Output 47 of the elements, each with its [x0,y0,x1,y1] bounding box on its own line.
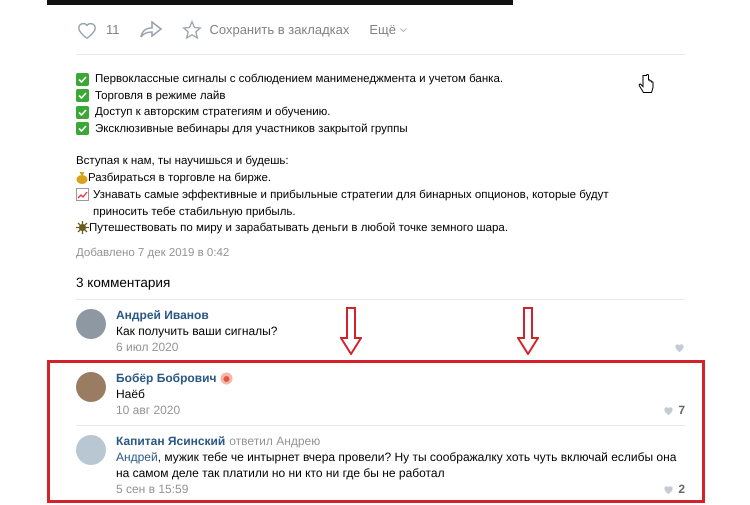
like-button[interactable]: 11 [76,20,120,40]
checkbox-icon [76,106,89,119]
comment-author[interactable]: Бобёр Бобрович [116,370,216,386]
heart-icon [663,484,674,495]
comment-text: Андрей, мужик тебе че интырнет вчера провели? Ну ты соображалку хоть чуть включай еслибы она на самом деле так платили но ни кто ни где бы не работал [116,449,678,482]
post-date: Добавлено 7 дек 2019 в 0:42 [76,246,230,260]
heart-icon [663,404,674,416]
like-button[interactable]: 7 [663,402,685,418]
share-arrow-icon [140,20,162,38]
intro-text: Вступая к нам, ты научишься и будешь: [76,154,290,169]
arrow-down-drawing [340,307,362,355]
comment-text: Наёб [116,386,146,402]
arrow-down-drawing [517,307,539,355]
avatar[interactable] [76,435,106,466]
checkbox-icon [76,89,89,102]
avatar[interactable] [76,372,106,402]
sun-icon [76,221,89,234]
comment-author[interactable]: Андрей Иванов [116,307,209,324]
share-button[interactable] [140,20,162,38]
comment-text: Как получить ваши сигналы? [116,323,278,340]
heart-icon [674,342,685,353]
reply-to-text: ответил Андрею [229,433,320,450]
feature-text: Торговля в режиме лайв [95,88,226,104]
hand-cursor-icon [638,74,654,96]
feature-text: Доступ к авторским стратегиям и обучению. [95,105,330,120]
benefit-text: Узнавать самые эффективные и прибыльные стратегии для бинарных опционов, которые будут приносить тебе стабильную прибыль. [93,188,610,220]
comment-date: 10 авг 2020 [116,402,180,418]
avatar[interactable] [76,309,106,340]
mention-link[interactable]: Андрей [116,450,158,464]
comments-heading: 3 комментария [76,274,172,292]
chart-icon [76,188,89,201]
benefit-text: Разбираться в торговле на бирже. [88,170,272,186]
like-button[interactable] [674,342,685,353]
benefit-text: Путешествовать по миру и зарабатывать деньги в любой точке земного шара. [89,221,510,236]
feature-text: Эксклюзивные вебинары для участников закрытой группы [95,122,408,136]
checkbox-icon [76,122,89,136]
star-icon [182,20,202,40]
feature-text: Первоклассные сигналы с соблюдением манименеджмента и учетом банка. [95,72,504,87]
bookmark-button[interactable]: Сохранить в закладках [182,20,350,40]
checkbox-icon [76,72,89,86]
comment-date: 6 июл 2020 [116,339,178,356]
money-bag-icon [76,170,88,184]
comment-date: 5 сен в 15:59 [116,481,188,498]
comment-author[interactable]: Капитан Ясинский [116,433,226,450]
more-button[interactable]: Ещё [369,20,407,40]
chevron-down-icon [400,28,407,32]
like-button[interactable]: 2 [663,481,685,498]
